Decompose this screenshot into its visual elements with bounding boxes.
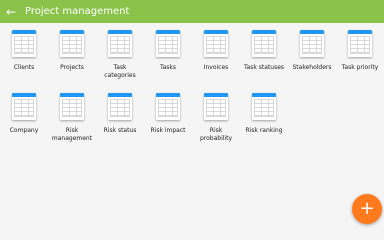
module-tile[interactable]: Risk management <box>48 90 96 150</box>
page-title: Project management <box>25 6 130 17</box>
tile-label: Risk probability <box>199 127 232 142</box>
module-tile[interactable]: Clients <box>0 27 48 87</box>
table-icon <box>300 30 324 57</box>
tile-label: Stakeholders <box>292 64 332 71</box>
tile-label: Risk ranking <box>245 127 283 134</box>
table-icon <box>252 93 276 120</box>
module-tile[interactable]: Tasks <box>144 27 192 87</box>
tile-label: Risk management <box>51 127 93 142</box>
tile-label: Clients <box>13 64 35 71</box>
tile-label: Projects <box>60 64 84 71</box>
tile-label: Task categories <box>104 64 136 79</box>
tile-label: Risk status <box>103 127 137 134</box>
add-button[interactable]: + <box>352 194 382 224</box>
module-tile[interactable]: Risk impact <box>144 90 192 150</box>
module-tile[interactable]: Risk probability <box>192 90 240 150</box>
table-icon <box>60 30 84 57</box>
table-icon <box>156 30 180 57</box>
tile-label: Company <box>9 127 39 134</box>
table-icon <box>252 30 276 57</box>
plus-icon: + <box>359 198 375 219</box>
module-tile[interactable]: Invoices <box>192 27 240 87</box>
arrow-left-icon[interactable]: ← <box>0 0 22 23</box>
module-tile[interactable]: Projects <box>48 27 96 87</box>
table-icon <box>108 30 132 57</box>
module-tile[interactable]: Company <box>0 90 48 150</box>
tile-label: Tasks <box>159 64 177 71</box>
module-tile[interactable]: Task categories <box>96 27 144 87</box>
app-bar: ← Project management <box>0 0 384 23</box>
tile-label: Invoices <box>203 64 229 71</box>
table-icon <box>204 93 228 120</box>
module-tile[interactable]: Task statuses <box>240 27 288 87</box>
table-icon <box>348 30 372 57</box>
tile-label: Task priority <box>341 64 379 71</box>
table-icon <box>108 93 132 120</box>
table-icon <box>12 93 36 120</box>
module-grid: Clients Projects Task categories Tasks Invoi… <box>0 27 384 150</box>
tile-label: Task statuses <box>243 64 285 71</box>
module-tile[interactable]: Stakeholders <box>288 27 336 87</box>
table-icon <box>60 93 84 120</box>
table-icon <box>156 93 180 120</box>
table-icon <box>12 30 36 57</box>
module-tile[interactable]: Risk status <box>96 90 144 150</box>
module-tile[interactable]: Task priority <box>336 27 384 87</box>
module-tile[interactable]: Risk ranking <box>240 90 288 150</box>
table-icon <box>204 30 228 57</box>
tile-label: Risk impact <box>150 127 186 134</box>
